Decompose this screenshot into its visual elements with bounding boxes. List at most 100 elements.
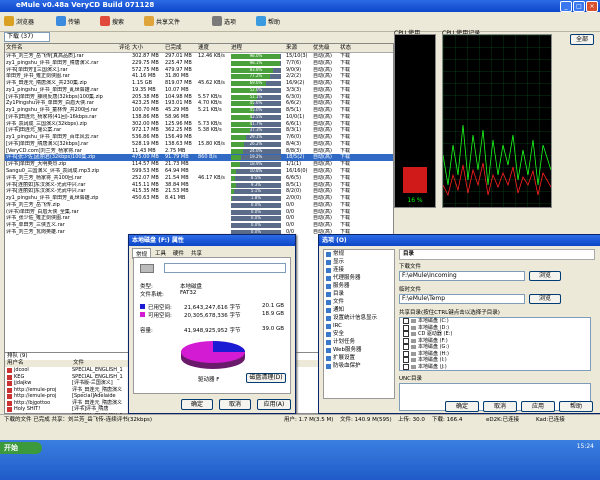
download-row[interactable]: 评书_刘兰芳_岳飞传[真高品质].rar 302.87 MB 297.01 MB 12… <box>5 53 393 60</box>
incoming-folder-input[interactable]: F:\eMule\Incoming <box>399 271 525 281</box>
options-nav-item[interactable]: 文件 <box>324 298 394 306</box>
col-size[interactable]: 大小 <box>131 44 164 52</box>
temp-browse-button[interactable]: 浏览 <box>529 294 561 304</box>
toolbar-shared-button[interactable]: 共享文件 <box>144 14 180 28</box>
minimize-button[interactable]: _ <box>560 1 572 12</box>
options-nav-item[interactable]: 计划任务 <box>324 338 394 346</box>
drive-checkbox[interactable] <box>403 337 409 344</box>
options-cancel-button[interactable]: 取消 <box>483 401 517 412</box>
download-row[interactable]: [VeryCD.com]刘兰芳_杨家将.rar 11.43 MB 2.75 MB 24… <box>5 148 393 155</box>
col-progress[interactable]: 进程 <box>230 44 285 52</box>
file-name: zy1_pingshu_评书_单田芳_百年风云.rar <box>6 134 99 141</box>
col-speed[interactable]: 速度 <box>197 44 230 52</box>
toolbar-search-button[interactable]: 搜索 <box>100 14 124 28</box>
view-all-button[interactable]: 全部 <box>570 34 594 45</box>
close-button[interactable]: × <box>586 1 598 12</box>
download-row[interactable]: 评书_单田芳_三侠五义.rar 0.0% 0/0 自动(高) 下载 <box>5 222 393 229</box>
shared-files-icon <box>144 16 154 26</box>
progress-cell: 24.0% <box>230 148 285 155</box>
download-row[interactable]: 评书_袁阔成_三国演义(32kbps).zip 302.00 MB 125.96 M… <box>5 121 393 128</box>
download-row[interactable]: [评书]单田芳_隋唐演义[32kbps].rar 528.19 MB 138.63 … <box>5 141 393 148</box>
download-row[interactable]: 单田芳_评书_雍正剑侠图.rar 41.16 MB 31.80 MB 77.2% 2/2… <box>5 73 393 80</box>
drive-checkbox[interactable] <box>403 363 409 370</box>
drive-tree-item[interactable]: 本地磁盘 (J:) <box>400 364 590 371</box>
download-row[interactable]: 评书_刘兰芳_杨家将_共100回.rar 252.07 MB 21.54 MB 46.… <box>5 175 393 182</box>
col-comment[interactable]: 评论 <box>118 44 131 52</box>
options-nav-item[interactable]: IRC <box>324 322 394 330</box>
download-row[interactable]: 评书_田连元_隋唐演义_共230集.zip 1.15 GB 819.07 MB 45.… <box>5 80 393 87</box>
free-swatch <box>140 312 145 317</box>
download-row[interactable]: zy1_pingshu_评书_单田芳_乱世枭雄.zip 450.63 MB 8.41… <box>5 195 393 202</box>
status-cell: 下载 <box>340 93 351 100</box>
toolbar-browser-button[interactable]: 浏览器 <box>4 14 34 28</box>
drive-label-input[interactable] <box>164 263 286 273</box>
properties-apply-button[interactable]: 应用(A) <box>257 399 291 410</box>
download-row[interactable]: 评书_刘兰芳_岳飞传.zip 0.0% 0/0 自动(高) 下载 <box>5 202 393 209</box>
options-nav-item[interactable]: 防吸血保护 <box>324 362 394 370</box>
download-row[interactable]: zy1_pingshu_评书_单田芳_百年风云.rar 536.86 MB 156.… <box>5 134 393 141</box>
download-row[interactable]: 评书[连丽如]东汉演义-光武中兴.rar 415.11 MB 38.84 MB 9.3… <box>5 182 393 189</box>
drive-checkbox[interactable] <box>403 318 409 325</box>
download-row[interactable]: 评书_张少佐_雍正剑侠图.rar 0.0% 0/0 自动(高) 下载 <box>5 215 393 222</box>
toolbar-options-button[interactable]: 选项 <box>212 14 236 28</box>
incoming-browse-button[interactable]: 浏览 <box>529 271 561 281</box>
download-row[interactable]: 评书[张少佐]孟丽君(32kbps)100集.zip 475.00 MB 91.79… <box>5 154 393 162</box>
priority-cell: 自动(高) <box>313 154 332 161</box>
shared-dirs-tree[interactable]: 本地磁盘 (C:) 本地磁盘 (D:) CD 驱动器 (E:) 本地磁盘 (F:) 本地… <box>399 317 591 371</box>
maximize-button[interactable]: □ <box>573 1 585 12</box>
drive-checkbox[interactable] <box>403 357 409 364</box>
download-row[interactable]: zy1_pingshu_评书_单田芳_隋唐演义.rar 229.75 MB 225.… <box>5 60 393 67</box>
download-row[interactable]: zy1_pingshu_评书_童林传_共200回.rar 100.70 MB 45.… <box>5 107 393 114</box>
options-nav-item[interactable]: 安全 <box>324 330 394 338</box>
sources-cell: 8/8(3) <box>286 147 302 154</box>
comment-cell <box>118 60 131 67</box>
options-nav-item[interactable]: 连接 <box>324 266 394 274</box>
download-row[interactable]: [评书]田连元_施公案.rar 972.17 MB 362.25 MB 5.38 KB… <box>5 127 393 134</box>
start-button[interactable]: 开始 <box>0 442 42 454</box>
options-help-button[interactable]: 帮助 <box>559 401 593 412</box>
options-nav-item[interactable]: 显示 <box>324 258 394 266</box>
toolbar-help-button[interactable]: 帮助 <box>256 14 280 28</box>
speed-cell: 5.57 KB/s <box>198 93 222 100</box>
options-nav-item[interactable]: 设置统计信息显示 <box>324 314 394 322</box>
download-row[interactable]: [评书]单田芳_薛刚反唐(32kbps)100集.zip 205.38 MB 104… <box>5 94 393 101</box>
col-status[interactable]: 状态 <box>339 44 366 52</box>
download-row[interactable]: 评书[单田芳][三国演义].rar 572.75 MB 479.97 MB 83.8%… <box>5 67 393 74</box>
speed-cell <box>197 222 230 229</box>
properties-cancel-button[interactable]: 取消 <box>219 399 251 410</box>
disk-cleanup-button[interactable]: 磁盘清理(D) <box>246 373 286 383</box>
toolbar-transfer-button[interactable]: 传输 <box>56 14 80 28</box>
options-nav-item[interactable]: 目录 <box>324 290 394 298</box>
properties-ok-button[interactable]: 确定 <box>181 399 213 410</box>
drive-checkbox[interactable] <box>403 324 409 331</box>
col-filename[interactable]: 文件名 <box>5 44 118 52</box>
options-nav-item[interactable]: 扩展设置 <box>324 354 394 362</box>
download-row[interactable]: [评书]单田芳_大明英烈.zip 114.57 MB 21.73 MB 18.9% 1/… <box>5 161 393 168</box>
options-nav-item[interactable]: 服务器 <box>324 282 394 290</box>
download-row[interactable]: Zy1Pingshu评书_单田芳_白眉大侠.rar 423.25 MB 193.01… <box>5 100 393 107</box>
drive-checkbox[interactable] <box>403 350 409 357</box>
download-row[interactable]: Sangu0_三国演义_评书_袁阔成.mp3.zip 599.53 MB 64.94… <box>5 168 393 175</box>
options-nav-item[interactable]: 常规 <box>324 250 394 258</box>
drive-icon <box>140 264 154 273</box>
options-ok-button[interactable]: 确定 <box>445 401 479 412</box>
download-filter-select[interactable]: 下载 (37) <box>4 32 50 42</box>
drive-checkbox[interactable] <box>403 331 409 338</box>
priority-cell: 自动(高) <box>313 100 332 107</box>
progress-cell: 83.8% <box>230 67 285 74</box>
temp-folder-input[interactable]: F:\eMule\Temp <box>399 294 525 304</box>
options-nav-item[interactable]: Web服务器 <box>324 346 394 354</box>
download-row[interactable]: (评书)单田芳_白眉大侠_全集.rar 0.0% 0/0 自动(高) 下载 <box>5 209 393 216</box>
drive-checkbox[interactable] <box>403 344 409 351</box>
drive-icon <box>411 338 416 343</box>
download-row[interactable]: 评书[连丽如]东汉演义-光武中兴.rar 415.35 MB 21.53 MB 5.1… <box>5 188 393 195</box>
options-nav-item[interactable]: 代理服务器 <box>324 274 394 282</box>
col-user[interactable]: 用户名 <box>5 360 73 367</box>
col-sources[interactable]: 来源 <box>285 44 312 52</box>
options-nav-item[interactable]: 通知 <box>324 306 394 314</box>
col-priority[interactable]: 优先级 <box>312 44 339 52</box>
download-row[interactable]: zy1_pingshu_评书_单田芳_乱世枭雄.rar 19.35 MB 10.07… <box>5 87 393 94</box>
col-done[interactable]: 已完成 <box>164 44 197 52</box>
options-apply-button[interactable]: 应用 <box>521 401 555 412</box>
download-row[interactable]: [评书]田连元_杨家将(41回)-16kbps.rar 138.86 MB 58.9… <box>5 114 393 121</box>
